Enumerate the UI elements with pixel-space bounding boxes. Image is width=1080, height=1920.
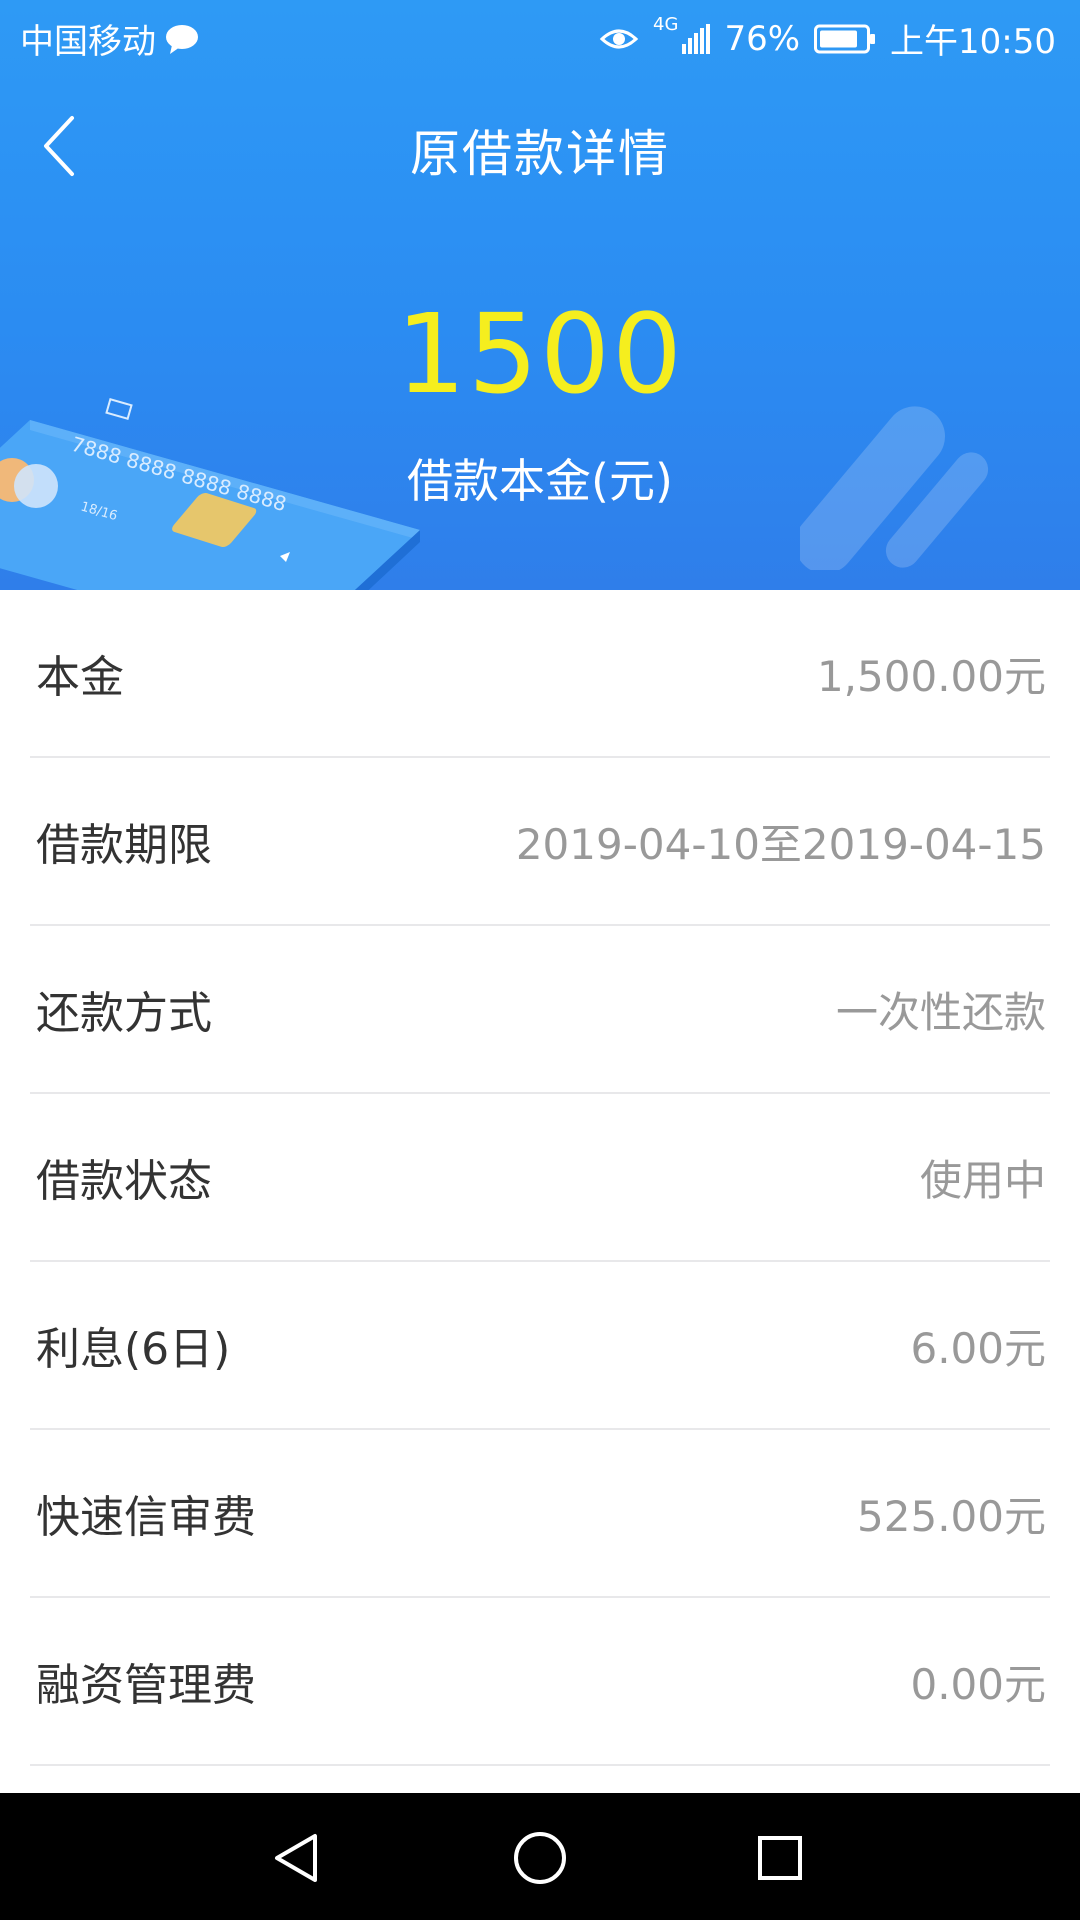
- detail-row-review-fee: 快速信审费 525.00元: [30, 1430, 1050, 1598]
- detail-row-interest: 利息(6日) 6.00元: [30, 1262, 1050, 1430]
- row-value: 2019-04-10至2019-04-15: [515, 819, 1046, 869]
- clock-time: 上午10:50: [890, 22, 1056, 62]
- carrier-name: 中国移动: [20, 22, 156, 62]
- row-label: 借款状态: [36, 1156, 212, 1207]
- hero-header: 7888 8888 8888 8888 18/16 中国移动 4G 76% 上午…: [0, 0, 1080, 590]
- loan-detail-list: 本金 1,500.00元 借款期限 2019-04-10至2019-04-15 …: [0, 590, 1080, 1766]
- row-label: 融资管理费: [36, 1660, 256, 1711]
- message-bubble-icon: [166, 24, 198, 54]
- triangle-back-icon: [275, 1834, 317, 1882]
- status-right: 4G 76% 上午10:50: [599, 14, 1056, 63]
- system-navigation-bar: [0, 1793, 1080, 1920]
- loan-detail-screen: 7888 8888 8888 8888 18/16 中国移动 4G 76% 上午…: [0, 0, 1080, 1920]
- system-home-button[interactable]: [505, 1823, 575, 1893]
- row-value: 0.00元: [910, 1659, 1046, 1709]
- circle-home-icon: [514, 1832, 566, 1884]
- system-back-button[interactable]: [262, 1823, 332, 1893]
- loan-amount: 1500: [396, 290, 684, 418]
- battery-icon: [814, 24, 876, 53]
- square-recents-icon: [758, 1836, 802, 1880]
- row-label: 利息(6日): [36, 1324, 231, 1375]
- eye-icon: [599, 29, 639, 48]
- network-type: 4G: [653, 14, 679, 35]
- detail-row-management-fee: 融资管理费 0.00元: [30, 1598, 1050, 1766]
- status-left: 中国移动: [20, 14, 200, 63]
- page-title: 原借款详情: [410, 125, 670, 183]
- status-bar: 中国移动 4G 76% 上午10:50: [0, 0, 1080, 72]
- row-value: 1,500.00元: [816, 651, 1046, 701]
- row-label: 还款方式: [36, 988, 212, 1039]
- row-value: 6.00元: [910, 1323, 1046, 1373]
- detail-row-repayment-method: 还款方式 一次性还款: [30, 926, 1050, 1094]
- row-value: 525.00元: [857, 1491, 1046, 1541]
- detail-row-loan-term: 借款期限 2019-04-10至2019-04-15: [30, 758, 1050, 926]
- battery-percent: 76%: [724, 18, 801, 59]
- system-recents-button[interactable]: [745, 1823, 815, 1893]
- row-value: 使用中: [919, 1155, 1046, 1205]
- row-label: 快速信审费: [36, 1492, 256, 1543]
- row-value: 一次性还款: [835, 987, 1046, 1037]
- detail-row-principal: 本金 1,500.00元: [30, 590, 1050, 758]
- row-label: 借款期限: [36, 820, 212, 871]
- navigation-bar: 原借款详情: [0, 90, 1080, 200]
- signal-strength-icon: [682, 23, 711, 54]
- row-label: 本金: [36, 652, 124, 703]
- detail-row-loan-status: 借款状态 使用中: [30, 1094, 1050, 1262]
- loan-amount-label: 借款本金(元): [407, 454, 673, 508]
